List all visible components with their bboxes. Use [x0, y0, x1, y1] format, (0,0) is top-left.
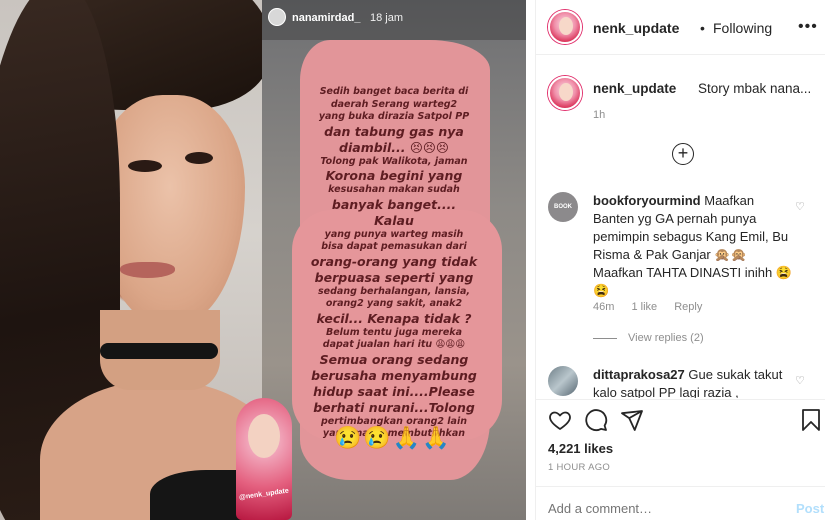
comment-like-heart-icon[interactable]: ♡: [795, 200, 805, 213]
post-actions: [536, 400, 825, 440]
story-text-line: diambil... 😣😣😣: [339, 139, 449, 155]
story-text-line: Sedih banget baca berita di: [319, 86, 469, 97]
add-comment-input[interactable]: [548, 501, 778, 516]
header-separator: •: [700, 20, 705, 36]
story-text: Sedih banget baca berita di daerah Serang…: [310, 86, 478, 441]
comment-box-divider: [536, 486, 825, 487]
reply-button[interactable]: Reply: [674, 301, 702, 313]
lips-shape: [120, 262, 175, 278]
view-replies-button[interactable]: View replies (2): [628, 332, 704, 344]
comment-meta: 46m 1 like Reply: [593, 301, 716, 313]
eye-shape: [128, 160, 162, 172]
sticker-handle: @nenk_update: [238, 487, 290, 502]
story-text-line: Belum tentu juga mereka: [325, 326, 462, 338]
story-time: 18 jam: [370, 12, 404, 24]
story-text-line: berusaha menyambung: [311, 367, 477, 383]
caption-time[interactable]: 1h: [593, 109, 605, 121]
story-text-line: orang-orang yang tidak: [310, 253, 478, 269]
view-replies-line: [593, 338, 617, 339]
story-text-line: Semua orang sedang: [319, 351, 469, 367]
story-text-line: daerah Serang warteg2: [330, 98, 458, 110]
post-sidebar: nenk_update • Following ••• nenk_update …: [536, 0, 825, 520]
share-icon[interactable]: [620, 408, 644, 432]
caption-username[interactable]: nenk_update: [593, 81, 676, 96]
story-screenshot: nanamirdad_ 18 jam Sedih banget baca ber…: [262, 0, 526, 520]
story-text-line: kecil... Kenapa tidak ?: [316, 310, 472, 326]
header-divider: [536, 54, 825, 55]
story-text-line: yang punya warteg masih: [324, 228, 464, 240]
story-text-line: sedang berhalangan, lansia,: [318, 285, 470, 297]
story-text-line: Tolong pak Walikota, jaman: [320, 155, 468, 167]
story-text-line: berhati nurani...Tolong: [313, 399, 475, 415]
follow-status[interactable]: Following: [713, 20, 772, 36]
comment-username[interactable]: bookforyourmind: [593, 193, 701, 208]
story-text-line: hidup saat ini....Please: [313, 383, 475, 399]
story-text-line: dapat jualan hari itu 😩😩😩: [322, 339, 466, 350]
story-avatar: [268, 8, 286, 26]
comment-like-heart-icon[interactable]: ♡: [795, 374, 805, 387]
comment-body: bookforyourmind Maafkan Banten yg GA per…: [593, 192, 798, 300]
story-text-line: dan tabung gas nya: [324, 123, 464, 139]
author-avatar[interactable]: [548, 10, 582, 44]
comment-body: dittaprakosa27 Gue sukak takut kalo satp…: [593, 366, 798, 398]
profile-sticker: @nenk_update: [236, 398, 292, 520]
load-more-comments-plus-icon[interactable]: +: [672, 143, 694, 165]
choker-shape: [100, 343, 218, 359]
like-count[interactable]: 4,221 likes: [548, 441, 613, 456]
comment-username[interactable]: dittaprakosa27: [593, 367, 685, 382]
story-text-line: yang buka dirazia Satpol PP: [318, 111, 470, 122]
story-text-line: kesusahan makan sudah: [328, 184, 460, 195]
avatar-text: BOOK: [554, 204, 572, 210]
comment-icon[interactable]: [584, 408, 608, 432]
author-username[interactable]: nenk_update: [593, 20, 679, 36]
story-text-line: Korona begini yang: [325, 168, 463, 183]
story-username: nanamirdad_: [292, 12, 361, 24]
heart-icon[interactable]: [548, 408, 572, 432]
portrait-photo: [0, 0, 262, 520]
sticker-face-shape: [248, 414, 280, 458]
post-time[interactable]: 1 HOUR AGO: [548, 462, 610, 473]
story-text-line: berpuasa seperti yang: [314, 269, 474, 285]
caption-avatar[interactable]: [548, 76, 582, 110]
commenter-avatar[interactable]: BOOK: [548, 192, 578, 222]
comment-text: Maafkan Banten yg GA pernah punya pemimp…: [593, 193, 792, 298]
comment-likes[interactable]: 1 like: [631, 301, 657, 313]
commenter-avatar[interactable]: [548, 366, 578, 396]
story-emoji-row: 😢😢🙏🙏: [334, 425, 452, 450]
post-button[interactable]: Post: [796, 501, 824, 516]
caption-text: Story mbak nana...: [698, 81, 812, 96]
more-options-icon[interactable]: •••: [798, 18, 818, 36]
eye-shape: [185, 152, 213, 164]
post-media[interactable]: nanamirdad_ 18 jam Sedih banget baca ber…: [0, 0, 535, 520]
story-text-line: orang2 yang sakit, anak2: [325, 298, 463, 309]
comment-time[interactable]: 46m: [593, 301, 614, 313]
story-text-line: banyak banget.... Kalau: [331, 196, 457, 228]
story-text-line: bisa dapat pemasukan dari: [321, 241, 467, 252]
bookmark-icon[interactable]: [799, 408, 823, 432]
